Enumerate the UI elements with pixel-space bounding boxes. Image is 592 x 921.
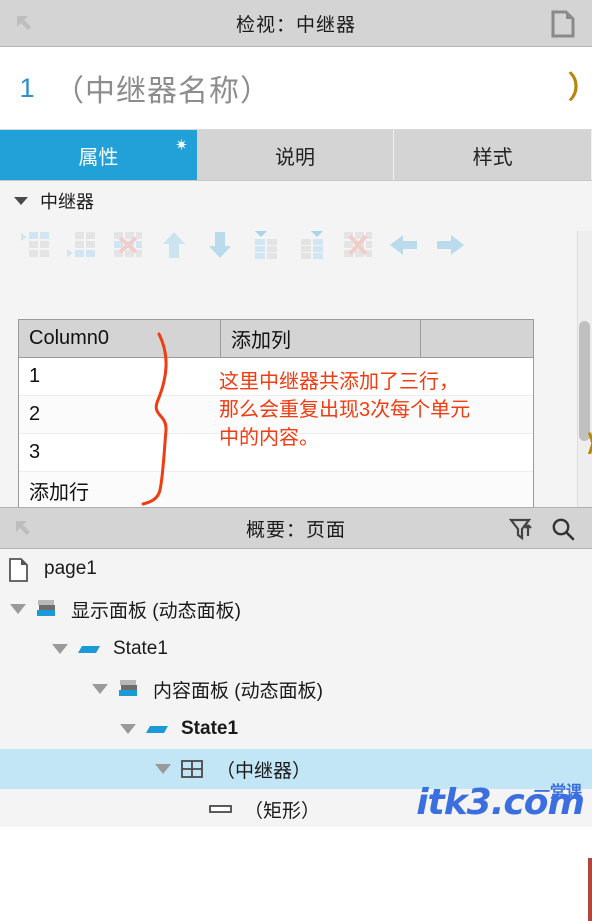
tab-style[interactable]: 样式 (394, 130, 592, 180)
tree-item-state1-inner[interactable]: State1 (0, 709, 592, 749)
annotation-brace-icon (139, 330, 189, 507)
delete-column-icon[interactable] (342, 230, 374, 260)
outline-title: 概要：页面 (245, 519, 346, 541)
inspector-titlebar: 检视：中继器 (0, 0, 592, 47)
move-row-up-icon[interactable] (158, 230, 190, 260)
annotation-text: 这里中继器共添加了三行， 那么会重复出现3次每个单元 中的内容。 (219, 371, 471, 449)
properties-panel: 中继器 Column0 添加列 1 2 3 添加行 这里中继器共添加了三行， 那… (0, 180, 592, 507)
twisty-down-icon[interactable] (52, 644, 68, 654)
element-name-field[interactable]: （中继器名称） (54, 66, 271, 110)
rectangle-icon (208, 798, 234, 820)
dynamic-panel-icon (35, 598, 61, 620)
cell-value[interactable]: 添加行 (29, 476, 89, 505)
tree-item-page1[interactable]: page1 (0, 549, 592, 589)
clipped-edge-artifact-2: ⟩ (586, 429, 592, 458)
filter-icon[interactable] (508, 516, 534, 542)
twisty-down-icon[interactable] (10, 604, 26, 614)
tree-item-label: 显示面板 (动态面板) (71, 600, 241, 622)
chevron-down-icon[interactable] (14, 197, 28, 205)
tree-item-label: page1 (44, 558, 97, 579)
repeater-icon (180, 758, 206, 780)
column-header-empty (421, 320, 533, 357)
tree-item-label: State1 (181, 718, 239, 739)
tree-item-content-panel[interactable]: 内容面板 (动态面板) (0, 669, 592, 709)
table-row-add-row[interactable]: 添加行 (19, 472, 533, 507)
search-icon[interactable] (550, 516, 576, 542)
inspector-tabs: 属性 ✷ 说明 样式 (0, 130, 592, 180)
tree-item-label: 内容面板 (动态面板) (153, 680, 323, 702)
tab-properties[interactable]: 属性 ✷ (0, 130, 197, 180)
repeater-toolbar (0, 221, 592, 269)
tree-item-label: （中继器） (216, 760, 312, 782)
outline-titlebar: 概要：页面 (0, 507, 592, 549)
repeater-dataset-table[interactable]: Column0 添加列 1 2 3 添加行 这里中继器共添加了三行， 那么会重复… (18, 319, 534, 507)
twisty-down-icon[interactable] (155, 764, 171, 774)
state-icon (145, 718, 171, 740)
outline-tree: page1 显示面板 (动态面板) State1 内容面板 (动态面板) Sta… (0, 549, 592, 827)
tree-item-label: （矩形） (244, 800, 321, 822)
repeater-section-header[interactable]: 中继器 (0, 181, 592, 221)
inspector-title: 检视：中继器 (235, 14, 356, 36)
column-header-add-column[interactable]: 添加列 (221, 320, 421, 357)
add-column-after-icon[interactable] (296, 230, 328, 260)
table-header-row: Column0 添加列 (19, 320, 533, 358)
add-row-after-icon[interactable] (66, 230, 98, 260)
tree-item-display-panel[interactable]: 显示面板 (动态面板) (0, 589, 592, 629)
add-row-before-icon[interactable] (20, 230, 52, 260)
tree-item-state1-outer[interactable]: State1 (0, 629, 592, 669)
move-row-down-icon[interactable] (204, 230, 236, 260)
add-column-before-icon[interactable] (250, 230, 282, 260)
tab-notes-label: 说明 (275, 146, 315, 169)
cell-value[interactable]: 3 (29, 441, 40, 464)
twisty-down-icon[interactable] (92, 684, 108, 694)
watermark: itk3.com 一堂课 (416, 782, 585, 823)
repeater-section-label: 中继器 (40, 192, 94, 212)
tab-properties-label: 属性 (78, 146, 119, 169)
delete-row-icon[interactable] (112, 230, 144, 260)
modified-marker-icon: ✷ (175, 137, 188, 154)
tab-notes[interactable]: 说明 (196, 130, 395, 180)
move-column-right-icon[interactable] (434, 230, 466, 260)
tree-item-label: State1 (113, 638, 168, 659)
document-icon[interactable] (550, 10, 576, 38)
page-icon (8, 558, 34, 582)
cell-value[interactable]: 1 (29, 365, 40, 388)
app-root: 检视：中继器 1 （中继器名称） ） 属性 ✷ 说明 样式 中继器 (0, 0, 592, 921)
clipped-edge-artifact: ） (568, 63, 592, 107)
state-icon (77, 638, 103, 660)
tab-style-label: 样式 (472, 146, 513, 169)
watermark-cn-text: 一堂课 (533, 782, 582, 801)
dynamic-panel-icon (117, 678, 143, 700)
element-index: 1 (19, 72, 35, 103)
repeater-name-row[interactable]: 1 （中继器名称） ） (0, 47, 592, 130)
twisty-down-icon[interactable] (120, 724, 136, 734)
clipped-edge-artifact-4 (588, 858, 592, 921)
column-header-0[interactable]: Column0 (19, 320, 221, 357)
move-column-left-icon[interactable] (388, 230, 420, 260)
properties-scrollbar-thumb[interactable] (579, 321, 590, 441)
cell-value[interactable]: 2 (29, 403, 40, 426)
